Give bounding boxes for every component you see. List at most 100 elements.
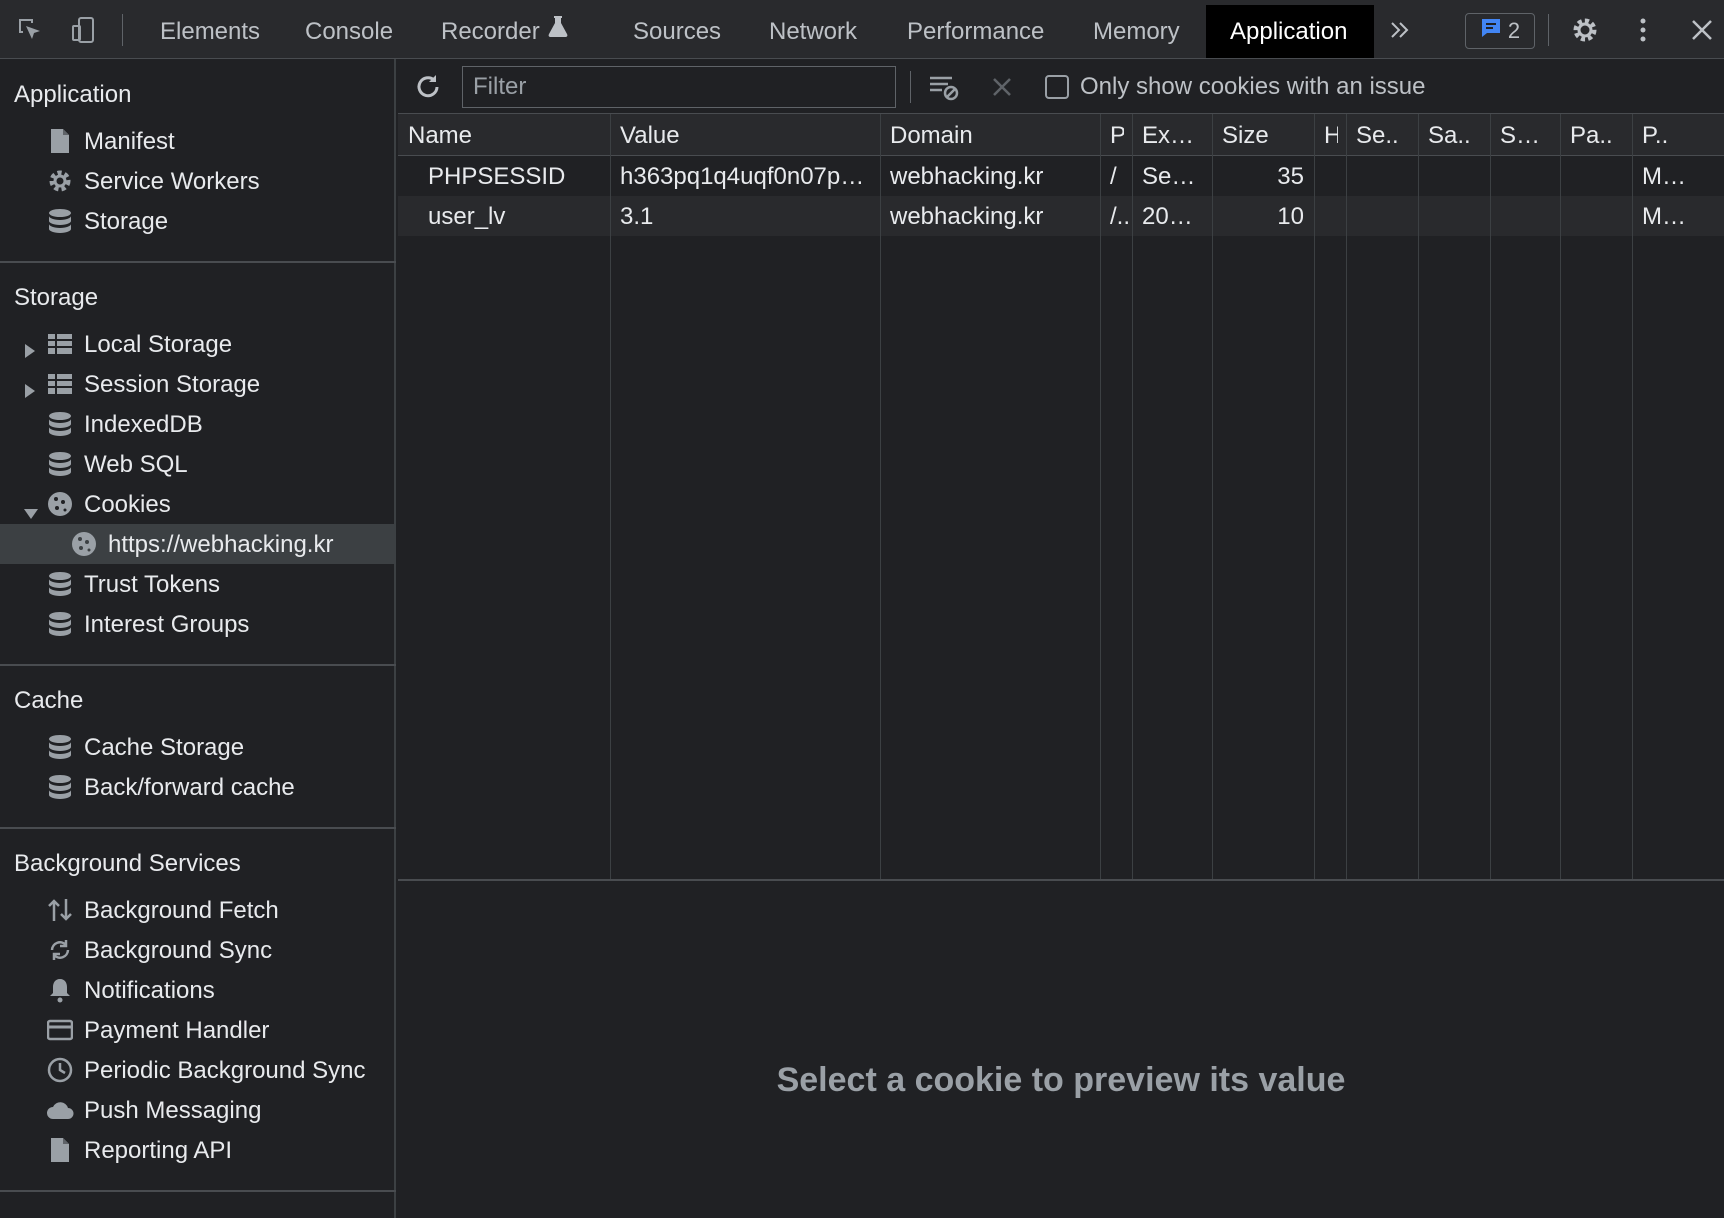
- cell-value: 3.1: [620, 203, 654, 230]
- database-icon: [46, 207, 74, 235]
- column-divider[interactable]: [1100, 114, 1101, 879]
- column-header-httponly[interactable]: H: [1324, 122, 1338, 150]
- column-divider[interactable]: [1418, 114, 1419, 879]
- document-icon: [46, 1136, 74, 1164]
- cookies-filter-bar: Only show cookies with an issue: [398, 59, 1724, 114]
- cookie-icon: [70, 530, 98, 558]
- tab-memory[interactable]: Memory: [1069, 5, 1204, 58]
- tab-console[interactable]: Console: [281, 5, 417, 58]
- cell-priority: M…: [1642, 203, 1686, 230]
- column-divider[interactable]: [1314, 114, 1315, 879]
- cell-domain: webhacking.kr: [890, 203, 1044, 230]
- sidebar-item-interest-groups[interactable]: Interest Groups: [0, 604, 396, 644]
- column-divider[interactable]: [1560, 114, 1561, 879]
- more-options-icon[interactable]: [1627, 14, 1659, 46]
- cell-domain: webhacking.kr: [890, 163, 1044, 190]
- refresh-icon[interactable]: [412, 71, 444, 103]
- sidebar-item-manifest[interactable]: Manifest: [0, 121, 396, 161]
- column-header-secure[interactable]: Se..: [1356, 122, 1414, 150]
- section-title-cache: Cache: [14, 687, 84, 714]
- column-header-domain[interactable]: Domain: [890, 122, 1100, 150]
- issues-count: 2: [1507, 18, 1521, 43]
- tab-elements[interactable]: Elements: [136, 5, 284, 58]
- database-icon: [46, 610, 74, 638]
- column-header-path[interactable]: P: [1110, 122, 1124, 150]
- only-issue-checkbox[interactable]: [1045, 75, 1069, 99]
- more-tabs-icon[interactable]: [1384, 14, 1416, 46]
- clear-filtered-cookies-icon[interactable]: [928, 71, 960, 103]
- up-down-arrows-icon: [46, 896, 74, 924]
- sidebar-item-storage[interactable]: Storage: [0, 201, 396, 241]
- sidebar-item-indexeddb[interactable]: IndexedDB: [0, 404, 396, 444]
- close-devtools-icon[interactable]: [1686, 14, 1718, 46]
- sidebar-item-payment-handler[interactable]: Payment Handler: [0, 1010, 396, 1050]
- table-row[interactable]: PHPSESSID h363pq1q4uqf0n07p… webhacking.…: [398, 156, 1724, 196]
- column-divider[interactable]: [1346, 114, 1347, 879]
- inspect-element-icon[interactable]: [14, 14, 46, 46]
- device-toolbar-icon[interactable]: [68, 14, 100, 46]
- column-divider[interactable]: [610, 114, 611, 879]
- collapse-arrow-icon[interactable]: [24, 499, 38, 527]
- column-header-name[interactable]: Name: [408, 122, 598, 150]
- column-divider[interactable]: [1490, 114, 1491, 879]
- tab-recorder-label: Recorder: [441, 18, 540, 45]
- cookies-table-header: Name Value Domain P Ex… Size H Se.. Sa..…: [398, 114, 1724, 156]
- tab-sources[interactable]: Sources: [609, 5, 745, 58]
- sidebar-item-background-fetch[interactable]: Background Fetch: [0, 890, 396, 930]
- sidebar-item-reporting-api[interactable]: Reporting API: [0, 1130, 396, 1170]
- filter-separator: [910, 71, 911, 103]
- cookie-icon: [46, 490, 74, 518]
- tab-performance[interactable]: Performance: [883, 5, 1068, 58]
- table-row[interactable]: user_lv 3.1 webhacking.kr /.. 20… 10 M…: [398, 196, 1724, 236]
- issues-icon: [1480, 17, 1502, 45]
- sidebar-item-web-sql[interactable]: Web SQL: [0, 444, 396, 484]
- tab-network[interactable]: Network: [745, 5, 881, 58]
- sidebar-item-session-storage[interactable]: Session Storage: [0, 364, 396, 404]
- cell-expires: Se…: [1142, 163, 1196, 190]
- cell-expires: 20…: [1142, 203, 1193, 230]
- table-grid-icon: [46, 330, 74, 358]
- sidebar-item-cookies-webhacking[interactable]: https://webhacking.kr: [0, 524, 396, 564]
- section-divider: [0, 261, 396, 263]
- column-header-partition-key[interactable]: Pa..: [1570, 122, 1626, 150]
- sidebar-item-cache-storage[interactable]: Cache Storage: [0, 727, 396, 767]
- cookie-preview-placeholder: Select a cookie to preview its value: [776, 1061, 1346, 1099]
- sidebar-item-service-workers[interactable]: Service Workers: [0, 161, 396, 201]
- cell-path: /: [1110, 163, 1117, 190]
- delete-selected-icon[interactable]: [986, 71, 1018, 103]
- cell-name: user_lv: [428, 203, 506, 230]
- cell-size: 10: [1277, 203, 1304, 230]
- column-header-samesite[interactable]: Sa..: [1428, 122, 1484, 150]
- column-header-expires[interactable]: Ex…: [1142, 122, 1208, 150]
- expand-arrow-icon[interactable]: [24, 377, 36, 405]
- section-title-background-services: Background Services: [14, 850, 241, 877]
- filter-input[interactable]: [462, 66, 896, 108]
- gear-icon: [46, 167, 74, 195]
- column-header-priority[interactable]: P..: [1642, 122, 1712, 150]
- sidebar-item-push-messaging[interactable]: Push Messaging: [0, 1090, 396, 1130]
- expand-arrow-icon[interactable]: [24, 337, 36, 365]
- database-icon: [46, 410, 74, 438]
- sidebar-item-periodic-background-sync[interactable]: Periodic Background Sync: [0, 1050, 396, 1090]
- sidebar-item-notifications[interactable]: Notifications: [0, 970, 396, 1010]
- column-divider[interactable]: [1212, 114, 1213, 879]
- toolbar-separator: [1548, 14, 1549, 46]
- column-header-sameparty[interactable]: S…: [1500, 122, 1550, 150]
- issues-counter-button[interactable]: 2: [1465, 13, 1535, 49]
- sidebar-item-local-storage[interactable]: Local Storage: [0, 324, 396, 364]
- tab-recorder[interactable]: Recorder: [417, 5, 592, 58]
- sidebar-item-background-sync[interactable]: Background Sync: [0, 930, 396, 970]
- column-divider[interactable]: [880, 114, 881, 879]
- column-divider[interactable]: [1632, 114, 1633, 879]
- settings-gear-icon[interactable]: [1569, 14, 1601, 46]
- cookie-preview-pane: Select a cookie to preview its value: [398, 883, 1724, 1218]
- tab-application[interactable]: Application: [1206, 5, 1374, 58]
- sidebar-item-back-forward-cache[interactable]: Back/forward cache: [0, 767, 396, 807]
- column-header-size[interactable]: Size: [1222, 122, 1312, 150]
- section-divider: [0, 827, 396, 829]
- sidebar-item-cookies[interactable]: Cookies: [0, 484, 396, 524]
- column-divider[interactable]: [1132, 114, 1133, 879]
- column-header-value[interactable]: Value: [620, 122, 880, 150]
- only-issue-label: Only show cookies with an issue: [1080, 73, 1426, 100]
- sidebar-item-trust-tokens[interactable]: Trust Tokens: [0, 564, 396, 604]
